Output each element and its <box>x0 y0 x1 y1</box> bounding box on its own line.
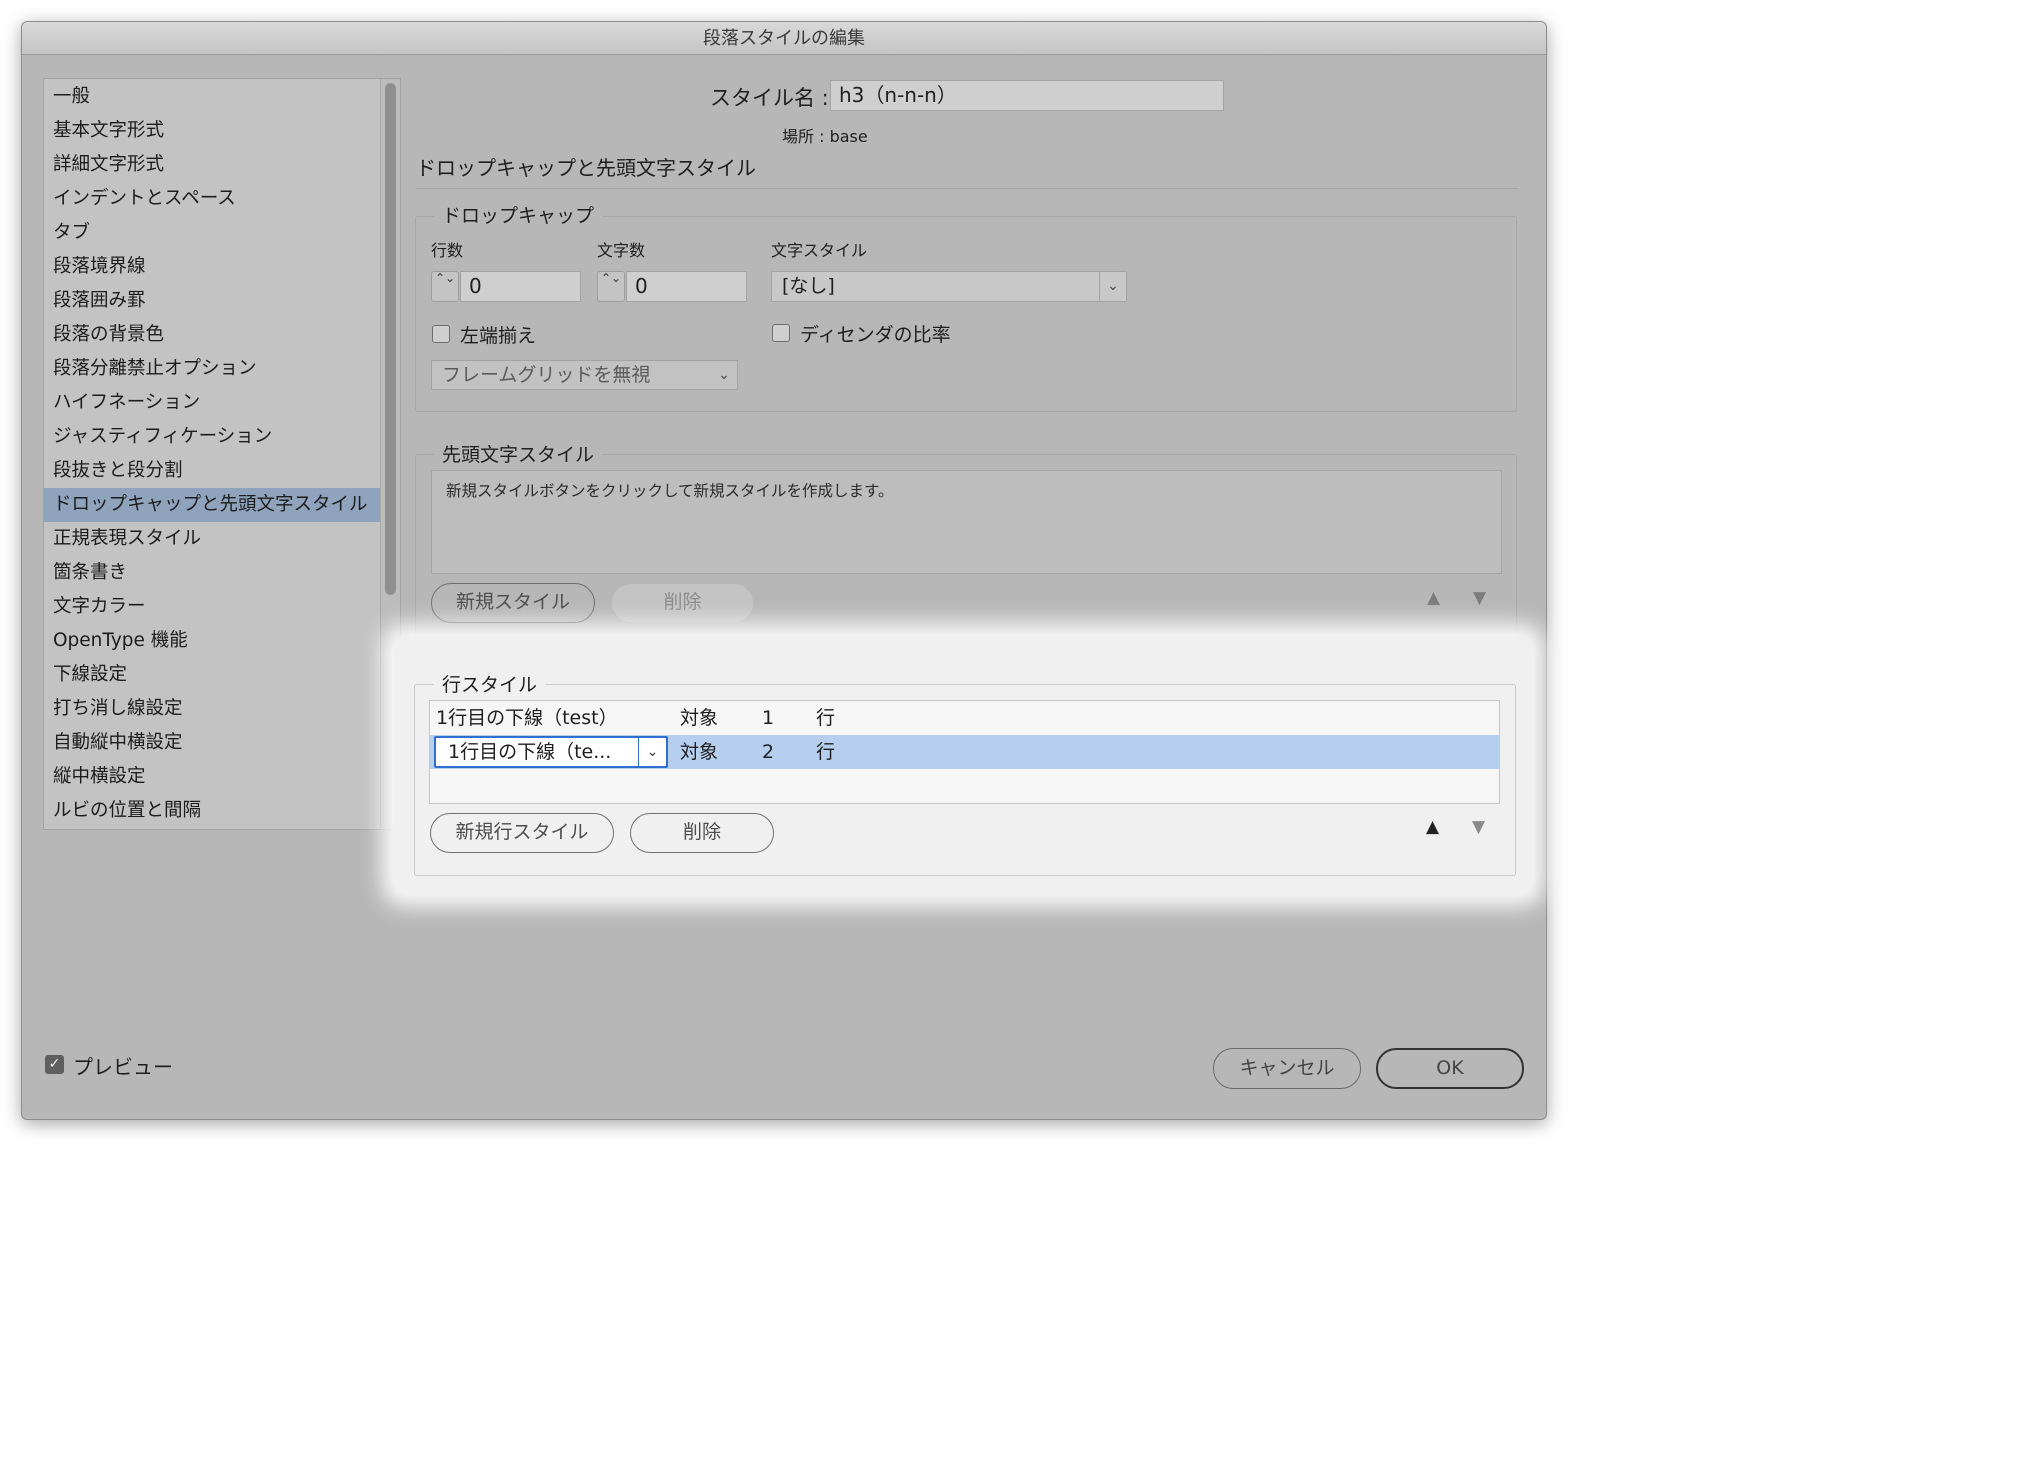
style-name-label: スタイル名 : <box>710 86 829 110</box>
sidebar-item-auto-tcy[interactable]: 自動縦中横設定 <box>44 726 381 760</box>
lines-input[interactable]: 0 <box>460 271 581 302</box>
move-up-icon[interactable]: ▲ <box>1427 588 1440 608</box>
delete-line-style-button[interactable]: 削除 <box>630 813 774 853</box>
char-style-label: 文字スタイル <box>771 241 868 260</box>
descender-checkbox[interactable] <box>772 324 790 342</box>
sidebar-item-indents-spacing[interactable]: インデントとスペース <box>44 182 381 216</box>
style-name-input[interactable]: h3（n-n-n） <box>830 80 1224 111</box>
lines-label: 行数 <box>431 241 464 260</box>
sidebar-item-paragraph-rules[interactable]: 段落境界線 <box>44 250 381 284</box>
ok-button[interactable]: OK <box>1376 1048 1524 1089</box>
nested-styles-hint: 新規スタイルボタンをクリックして新規スタイルを作成します。 <box>446 482 894 500</box>
align-left-checkbox[interactable] <box>432 325 450 343</box>
chars-input[interactable]: 0 <box>626 271 747 302</box>
chevron-down-icon: ⌄ <box>1099 272 1126 301</box>
chevron-down-icon: ⌄ <box>638 738 666 766</box>
move-up-icon[interactable]: ▲ <box>1426 817 1439 837</box>
line-style-value: 1行目の下線（te... <box>448 741 612 763</box>
sidebar-item-bullets[interactable]: 箇条書き <box>44 556 381 590</box>
sidebar-item-justification[interactable]: ジャスティフィケーション <box>44 420 381 454</box>
sidebar-item-char-color[interactable]: 文字カラー <box>44 590 381 624</box>
sidebar-item-hyphenation[interactable]: ハイフネーション <box>44 386 381 420</box>
line-style-select[interactable]: 1行目の下線（te... ⌄ <box>434 736 668 768</box>
sidebar-scroll-thumb[interactable] <box>385 83 396 595</box>
sidebar-item-drop-caps[interactable]: ドロップキャップと先頭文字スタイル <box>44 488 381 522</box>
category-list[interactable]: 一般 基本文字形式 詳細文字形式 インデントとスペース タブ 段落境界線 段落囲… <box>43 78 401 830</box>
sidebar-item-underline[interactable]: 下線設定 <box>44 658 381 692</box>
move-down-icon[interactable]: ▼ <box>1472 817 1485 837</box>
nested-styles-list[interactable]: 新規スタイルボタンをクリックして新規スタイルを作成します。 <box>431 470 1502 574</box>
lines-stepper[interactable]: ⌃⌄ <box>431 271 459 302</box>
nested-styles-legend: 先頭文字スタイル <box>434 440 603 467</box>
line-styles-list[interactable]: 1行目の下線（test） 対象 1 行 1行目の下線（te... ⌄ 対象 2 … <box>429 700 1500 804</box>
dialog-title: 段落スタイルの編集 <box>22 22 1546 55</box>
dialog-window: 段落スタイルの編集 一般 基本文字形式 詳細文字形式 インデントとスペース タブ… <box>21 21 1547 1120</box>
new-line-style-button[interactable]: 新規行スタイル <box>430 813 614 853</box>
sidebar-item-grep-styles[interactable]: 正規表現スタイル <box>44 522 381 556</box>
location-value: base <box>829 127 868 146</box>
frame-grid-value: フレームグリッドを無視 <box>442 364 651 386</box>
line-style-target: 対象 <box>680 707 719 729</box>
line-styles-legend: 行スタイル <box>434 670 546 697</box>
sidebar-item-advanced-char[interactable]: 詳細文字形式 <box>44 148 381 182</box>
sidebar-item-strikethrough[interactable]: 打ち消し線設定 <box>44 692 381 726</box>
preview-label: プレビュー <box>73 1055 173 1079</box>
drop-cap-legend: ドロップキャップ <box>434 201 603 228</box>
sidebar-item-tabs[interactable]: タブ <box>44 216 381 250</box>
chars-stepper[interactable]: ⌃⌄ <box>597 271 625 302</box>
table-row[interactable]: 1行目の下線（te... ⌄ 対象 2 行 <box>430 735 1499 769</box>
line-style-target: 対象 <box>680 741 719 763</box>
char-style-value: [なし] <box>782 275 835 297</box>
section-title: ドロップキャップと先頭文字スタイル <box>416 156 756 180</box>
new-nested-style-button[interactable]: 新規スタイル <box>431 583 595 623</box>
sidebar-item-paragraph-border[interactable]: 段落囲み罫 <box>44 284 381 318</box>
char-style-select[interactable]: [なし] ⌄ <box>771 271 1127 302</box>
line-style-count[interactable]: 2 <box>762 735 774 769</box>
section-divider <box>416 188 1518 189</box>
cancel-button[interactable]: キャンセル <box>1213 1048 1361 1089</box>
sidebar-item-tcy[interactable]: 縦中横設定 <box>44 760 381 794</box>
sidebar-item-opentype[interactable]: OpenType 機能 <box>44 624 381 658</box>
sidebar-item-keep-options[interactable]: 段落分離禁止オプション <box>44 352 381 386</box>
move-down-icon[interactable]: ▼ <box>1473 588 1486 608</box>
sidebar-item-general[interactable]: 一般 <box>44 80 381 114</box>
line-style-unit: 行 <box>816 741 836 763</box>
frame-grid-select[interactable]: フレームグリッドを無視 ⌄ <box>431 360 738 390</box>
line-style-count[interactable]: 1 <box>762 701 774 735</box>
delete-nested-style-button[interactable]: 削除 <box>611 583 754 623</box>
chevron-down-icon: ⌄ <box>718 367 730 383</box>
sidebar-item-basic-char[interactable]: 基本文字形式 <box>44 114 381 148</box>
align-left-label: 左端揃え <box>460 325 537 347</box>
line-style-unit: 行 <box>816 707 836 729</box>
descender-label: ディセンダの比率 <box>800 324 951 346</box>
location-label: 場所 : base <box>782 127 868 146</box>
chars-label: 文字数 <box>597 241 646 260</box>
sidebar-item-ruby[interactable]: ルビの位置と間隔 <box>44 794 381 828</box>
sidebar-item-span-split[interactable]: 段抜きと段分割 <box>44 454 381 488</box>
sidebar-item-paragraph-shading[interactable]: 段落の背景色 <box>44 318 381 352</box>
table-row[interactable]: 1行目の下線（test） 対象 1 行 <box>430 701 1499 735</box>
preview-checkbox[interactable]: ✓ <box>45 1055 64 1074</box>
line-style-name: 1行目の下線（test） <box>436 707 618 729</box>
